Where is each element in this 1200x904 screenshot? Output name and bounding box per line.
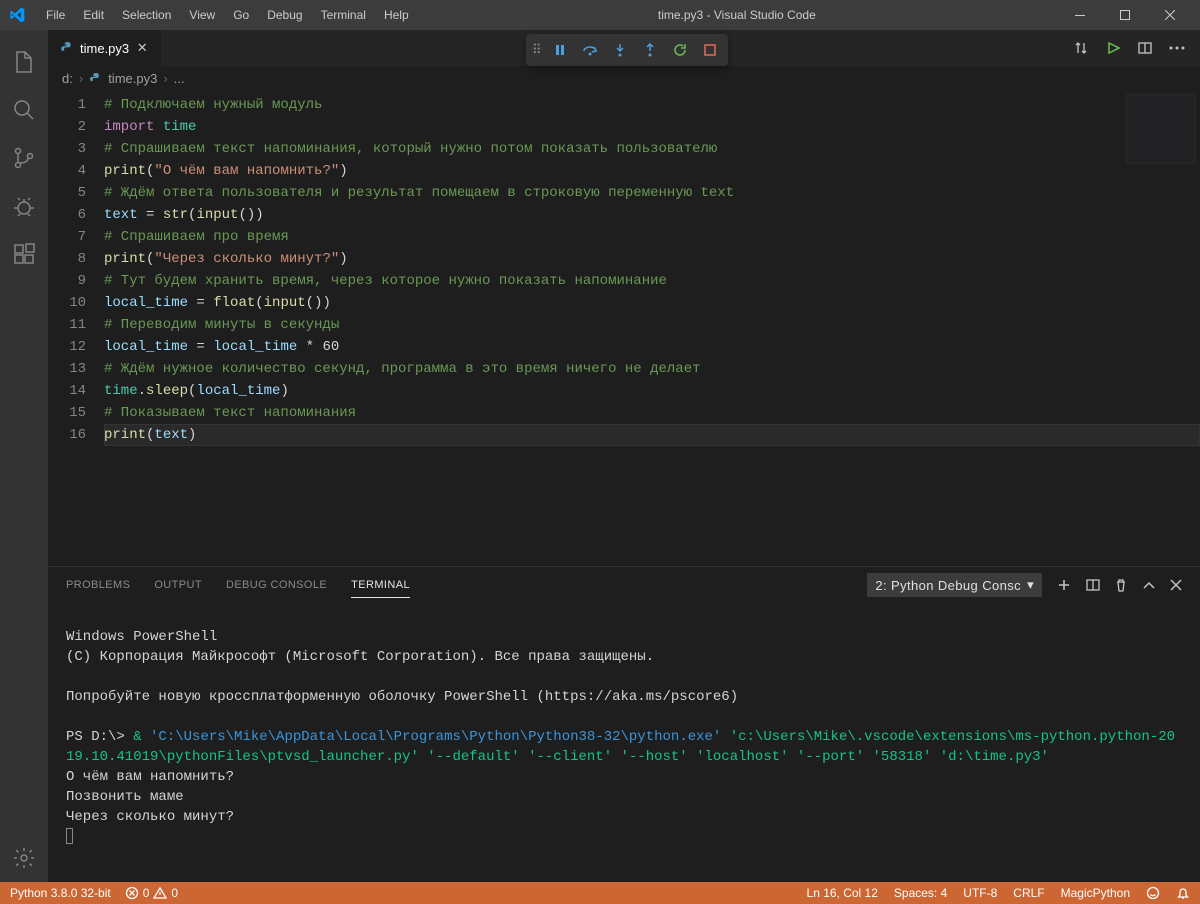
debug-toolbar[interactable]: ⠿ — [526, 34, 728, 66]
status-problems[interactable]: 0 0 — [125, 886, 178, 900]
breadcrumb-root[interactable]: d: — [62, 71, 73, 86]
bottom-panel: PROBLEMS OUTPUT DEBUG CONSOLE TERMINAL 2… — [48, 566, 1200, 882]
close-button[interactable] — [1147, 0, 1192, 30]
step-out-button[interactable] — [638, 38, 662, 62]
split-editor-icon[interactable] — [1134, 37, 1156, 59]
menu-file[interactable]: File — [38, 4, 73, 26]
python-file-icon — [60, 41, 74, 55]
terminal-cursor — [66, 828, 73, 844]
split-terminal-icon[interactable] — [1086, 578, 1100, 592]
breadcrumb-symbol[interactable]: ... — [174, 71, 185, 86]
chevron-right-icon: › — [163, 71, 167, 86]
line-gutter: 12345678910111213141516 — [48, 90, 104, 566]
settings-gear-icon[interactable] — [0, 834, 48, 882]
new-terminal-icon[interactable] — [1056, 577, 1072, 593]
more-actions-icon[interactable] — [1166, 37, 1188, 59]
code-editor[interactable]: 12345678910111213141516 # Подключаем нуж… — [48, 90, 1200, 566]
search-icon[interactable] — [0, 86, 48, 134]
editor-tabs: time.py3 ✕ ⠿ — [48, 30, 1200, 66]
source-control-icon[interactable] — [0, 134, 48, 182]
status-python-version[interactable]: Python 3.8.0 32-bit — [10, 886, 111, 900]
menu-edit[interactable]: Edit — [75, 4, 112, 26]
breadcrumb-file[interactable]: time.py3 — [108, 71, 157, 86]
tab-output[interactable]: OUTPUT — [154, 573, 202, 597]
maximize-panel-icon[interactable] — [1142, 580, 1156, 590]
status-indent[interactable]: Spaces: 4 — [894, 886, 947, 900]
status-cursor-pos[interactable]: Ln 16, Col 12 — [807, 886, 878, 900]
terminal-selector-label: 2: Python Debug Consc — [875, 578, 1021, 593]
maximize-button[interactable] — [1102, 0, 1147, 30]
explorer-icon[interactable] — [0, 38, 48, 86]
stop-button[interactable] — [698, 38, 722, 62]
activity-bar — [0, 30, 48, 882]
tab-problems[interactable]: PROBLEMS — [66, 573, 130, 597]
code-content[interactable]: # Подключаем нужный модульimport time# С… — [104, 90, 1200, 566]
menu-bar: File Edit Selection View Go Debug Termin… — [38, 4, 417, 26]
title-bar: File Edit Selection View Go Debug Termin… — [0, 0, 1200, 30]
status-encoding[interactable]: UTF-8 — [963, 886, 997, 900]
close-panel-icon[interactable] — [1170, 579, 1182, 591]
editor-tab[interactable]: time.py3 ✕ — [48, 30, 162, 66]
extensions-icon[interactable] — [0, 230, 48, 278]
drag-grip-icon[interactable]: ⠿ — [532, 42, 542, 58]
compare-changes-icon[interactable] — [1070, 37, 1092, 59]
tab-terminal[interactable]: TERMINAL — [351, 573, 410, 598]
status-language[interactable]: MagicPython — [1061, 886, 1130, 900]
step-into-button[interactable] — [608, 38, 632, 62]
menu-selection[interactable]: Selection — [114, 4, 179, 26]
minimize-button[interactable] — [1057, 0, 1102, 30]
step-over-button[interactable] — [578, 38, 602, 62]
tab-filename: time.py3 — [80, 41, 129, 56]
restart-button[interactable] — [668, 38, 692, 62]
status-bar: Python 3.8.0 32-bit 0 0 Ln 16, Col 12 Sp… — [0, 882, 1200, 904]
window-controls — [1057, 0, 1192, 30]
window-title: time.py3 - Visual Studio Code — [417, 8, 1057, 22]
notifications-icon[interactable] — [1176, 886, 1190, 900]
status-eol[interactable]: CRLF — [1013, 886, 1044, 900]
pause-button[interactable] — [548, 38, 572, 62]
python-file-icon — [89, 72, 102, 85]
tab-close-icon[interactable]: ✕ — [135, 41, 149, 55]
menu-view[interactable]: View — [181, 4, 223, 26]
minimap[interactable] — [1126, 94, 1196, 164]
terminal-selector[interactable]: 2: Python Debug Consc ▾ — [867, 573, 1042, 597]
tab-debug-console[interactable]: DEBUG CONSOLE — [226, 573, 327, 597]
menu-help[interactable]: Help — [376, 4, 417, 26]
kill-terminal-icon[interactable] — [1114, 578, 1128, 592]
feedback-icon[interactable] — [1146, 886, 1160, 900]
chevron-right-icon: › — [79, 71, 83, 86]
breadcrumb[interactable]: d: › time.py3 › ... — [48, 66, 1200, 90]
terminal-output[interactable]: Windows PowerShell (C) Корпорация Майкро… — [48, 603, 1200, 882]
debug-icon[interactable] — [0, 182, 48, 230]
chevron-down-icon: ▾ — [1027, 577, 1034, 593]
vscode-logo-icon — [8, 6, 26, 24]
menu-terminal[interactable]: Terminal — [313, 4, 374, 26]
menu-debug[interactable]: Debug — [259, 4, 310, 26]
menu-go[interactable]: Go — [225, 4, 257, 26]
panel-tabs: PROBLEMS OUTPUT DEBUG CONSOLE TERMINAL 2… — [48, 567, 1200, 603]
run-icon[interactable] — [1102, 37, 1124, 59]
